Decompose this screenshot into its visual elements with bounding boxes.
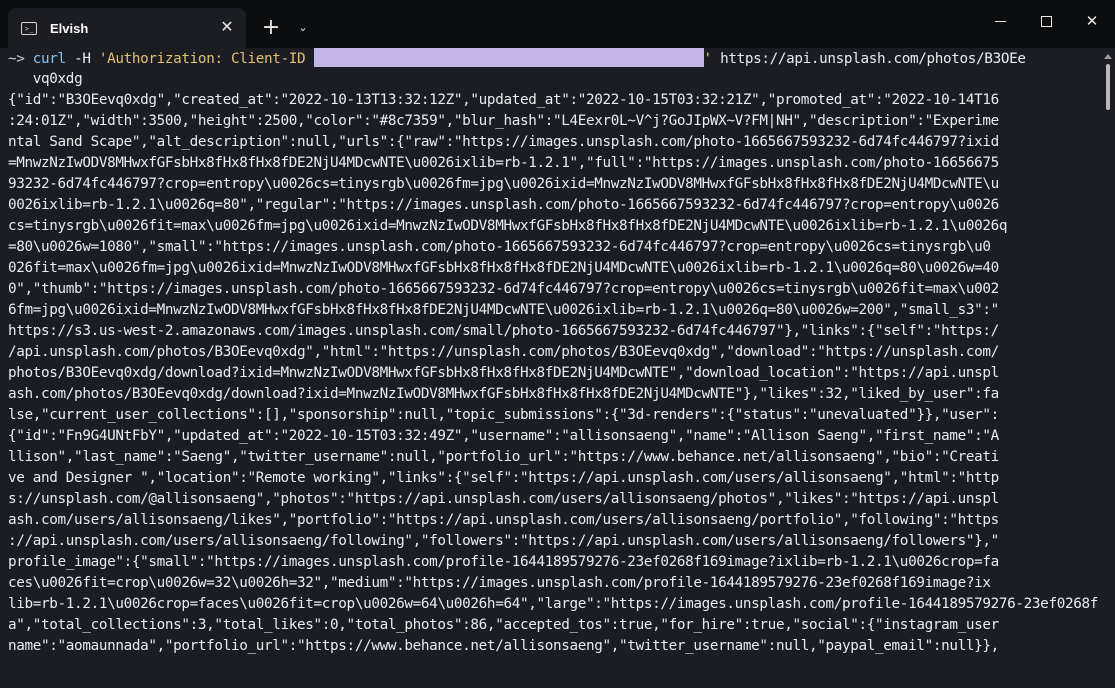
command-flag: -H [65,51,99,67]
command-line-wrap: vq0xdg [8,69,1098,90]
minimize-icon [994,21,1006,22]
tab-elvish[interactable]: >_ Elvish ✕ [8,8,246,48]
scroll-thumb[interactable] [1106,64,1110,110]
header-string: 'Authorization: Client-ID [98,51,314,67]
output-line: s://unsplash.com/@allisonsaeng","photos"… [8,491,999,507]
output-line: 026fit=max\u0026fm=jpg\u0026ixid=MnwzNzI… [8,260,999,276]
output-line: cs=tinysrgb\u0026fit=max\u0026fm=jpg\u00… [8,218,1008,234]
command-line: ~> curl -H 'Authorization: Client-ID ' h… [8,48,1098,69]
output-line: llison","last_name":"Saeng","twitter_use… [8,449,999,465]
header-string-close: ' [703,51,713,67]
output-line: name":"aomaunnada","portfolio_url":"http… [8,638,999,654]
output-line: :24:01Z","width":3500,"height":2500,"col… [8,113,999,129]
minimize-button[interactable] [977,0,1023,42]
scroll-up-icon[interactable] [1104,54,1112,59]
output-line: /api.unsplash.com/photos/B3OEevq0xdg","h… [8,344,999,360]
url-argument: https://api.unsplash.com/photos/B3OEe [711,51,1026,67]
output-line: 6fm=jpg\u0026ixid=MnwzNzIwODV8MHwxfGFsbH… [8,302,999,318]
title-bar: >_ Elvish ✕ + ⌄ ✕ [0,0,1115,48]
output-line: {"id":"Fn9G4UNtFbY","updated_at":"2022-1… [8,428,999,444]
output-line: ash.com/photos/B3OEevq0xdg/download?ixid… [8,386,999,402]
close-window-button[interactable]: ✕ [1069,0,1115,42]
terminal-output[interactable]: ~> curl -H 'Authorization: Client-ID ' h… [8,48,1098,688]
prompt: ~> [8,51,25,67]
output-line: 93232-6d74fc446797?crop=entropy\u0026cs=… [8,176,999,192]
window-controls: ✕ [977,0,1115,42]
url-argument-wrap: vq0xdg [32,71,83,87]
output-line: profile_image":{"small":"https://images.… [8,554,999,570]
maximize-icon [1040,16,1052,27]
output-line: 0026ixlib=rb-1.2.1\u0026q=80","regular":… [8,197,999,213]
plus-icon[interactable]: + [256,13,286,43]
output-line: ve and Designer ","location":"Remote wor… [8,470,999,486]
tab-title: Elvish [50,20,89,36]
output-line: ces\u0026fit=crop\u0026w=32\u0026h=32","… [8,575,991,591]
output-line: ash.com/users/allisonsaeng/likes","portf… [8,512,999,528]
scrollbar[interactable] [1101,48,1115,688]
output-line: https://s3.us-west-2.amazonaws.com/image… [8,323,999,339]
redacted-client-id [313,48,704,67]
maximize-button[interactable] [1023,0,1069,42]
output-line: =MnwzNzIwODV8MHwxfGFsbHx8fHx8fHx8fDE2NjU… [8,155,999,171]
output-line: lse,"current_user_collections":[],"spons… [8,407,999,423]
output-line: lib=rb-1.2.1\u0026crop=faces\u0026fit=cr… [8,596,1098,612]
output-line: photos/B3OEevq0xdg/download?ixid=MnwzNzI… [8,365,999,381]
output-line: =80\u0026w=1080","small":"https://images… [8,239,991,255]
output-line: a","total_collections":3,"total_likes":0… [8,617,999,633]
output-line: ://api.unsplash.com/users/allisonsaeng/f… [8,533,999,549]
terminal-icon: >_ [21,21,37,35]
chevron-down-icon[interactable]: ⌄ [292,18,314,38]
output-line: ntal Sand Scape","alt_description":null,… [8,134,999,150]
terminal-window: >_ Elvish ✕ + ⌄ ✕ ~> curl -H 'Authorizat… [0,0,1115,688]
command-name: curl [32,51,66,67]
output-line: {"id":"B3OEevq0xdg","created_at":"2022-1… [8,92,999,108]
json-output: {"id":"B3OEevq0xdg","created_at":"2022-1… [8,90,1098,657]
close-icon[interactable]: ✕ [216,17,238,39]
output-line: 0","thumb":"https://images.unsplash.com/… [8,281,999,297]
